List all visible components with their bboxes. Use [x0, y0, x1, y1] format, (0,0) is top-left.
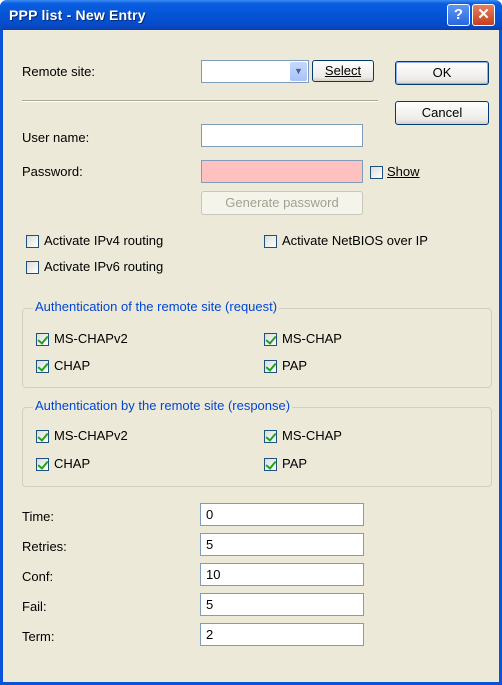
- close-button[interactable]: ✕: [472, 4, 495, 26]
- retries-label: Retries:: [22, 539, 67, 554]
- fail-value: 5: [206, 597, 214, 612]
- response-mschap-label: MS-CHAP: [282, 428, 342, 443]
- response-mschap-checkbox[interactable]: [264, 430, 277, 443]
- select-button[interactable]: Select: [312, 60, 374, 82]
- ipv4-routing-label: Activate IPv4 routing: [44, 233, 164, 248]
- password-input[interactable]: [201, 160, 363, 183]
- conf-input[interactable]: 10: [200, 563, 364, 586]
- time-input[interactable]: 0: [200, 503, 364, 526]
- auth-request-title: Authentication of the remote site (reque…: [33, 299, 280, 314]
- request-chap-checkbox[interactable]: [36, 360, 49, 373]
- conf-label: Conf:: [22, 569, 54, 584]
- auth-response-title: Authentication by the remote site (respo…: [33, 398, 293, 413]
- generate-password-button[interactable]: Generate password: [201, 191, 363, 215]
- term-value: 2: [206, 627, 214, 642]
- title-bar[interactable]: PPP list - New Entry ? ✕: [0, 0, 502, 30]
- select-button-label: Select: [324, 63, 362, 78]
- remote-site-combo[interactable]: ▼: [201, 60, 309, 83]
- fail-input[interactable]: 5: [200, 593, 364, 616]
- request-mschap-label: MS-CHAP: [282, 331, 342, 346]
- response-chap-label: CHAP: [54, 456, 91, 471]
- user-name-label: User name:: [22, 130, 90, 145]
- generate-password-label: Generate password: [225, 195, 339, 210]
- term-label: Term:: [22, 629, 55, 644]
- remote-site-label: Remote site:: [22, 64, 95, 79]
- show-password-label: Show: [387, 164, 420, 179]
- user-name-input[interactable]: [201, 124, 363, 147]
- request-mschap-checkbox[interactable]: [264, 333, 277, 346]
- time-value: 0: [206, 507, 214, 522]
- ipv4-routing-checkbox[interactable]: [26, 235, 39, 248]
- cancel-button-label: Cancel: [421, 105, 463, 120]
- chevron-down-icon[interactable]: ▼: [290, 62, 307, 81]
- response-pap-checkbox[interactable]: [264, 458, 277, 471]
- fail-label: Fail:: [22, 599, 47, 614]
- request-mschapv2-checkbox[interactable]: [36, 333, 49, 346]
- request-mschapv2-label: MS-CHAPv2: [54, 331, 128, 346]
- ok-button-label: OK: [432, 65, 452, 80]
- ipv6-routing-label: Activate IPv6 routing: [44, 259, 164, 274]
- auth-request-group: [22, 308, 492, 388]
- retries-value: 5: [206, 537, 214, 552]
- time-label: Time:: [22, 509, 55, 524]
- window-title: PPP list - New Entry: [9, 7, 146, 23]
- request-pap-label: PAP: [282, 358, 308, 373]
- retries-input[interactable]: 5: [200, 533, 364, 556]
- response-chap-checkbox[interactable]: [36, 458, 49, 471]
- cancel-button[interactable]: Cancel: [395, 101, 489, 125]
- dialog-window: PPP list - New Entry ? ✕ Remote site: ▼ …: [0, 0, 502, 685]
- conf-value: 10: [206, 567, 221, 582]
- auth-response-group: [22, 407, 492, 487]
- separator: [22, 100, 378, 102]
- dialog-body: Remote site: ▼ Select OK Cancel User nam…: [3, 30, 499, 682]
- request-chap-label: CHAP: [54, 358, 91, 373]
- netbios-checkbox[interactable]: [264, 235, 277, 248]
- response-pap-label: PAP: [282, 456, 308, 471]
- request-pap-checkbox[interactable]: [264, 360, 277, 373]
- response-mschapv2-checkbox[interactable]: [36, 430, 49, 443]
- ok-button[interactable]: OK: [395, 61, 489, 85]
- help-button[interactable]: ?: [447, 4, 470, 26]
- response-mschapv2-label: MS-CHAPv2: [54, 428, 128, 443]
- netbios-label: Activate NetBIOS over IP: [282, 233, 428, 248]
- password-label: Password:: [22, 164, 83, 179]
- ipv6-routing-checkbox[interactable]: [26, 261, 39, 274]
- show-password-checkbox[interactable]: [370, 166, 383, 179]
- term-input[interactable]: 2: [200, 623, 364, 646]
